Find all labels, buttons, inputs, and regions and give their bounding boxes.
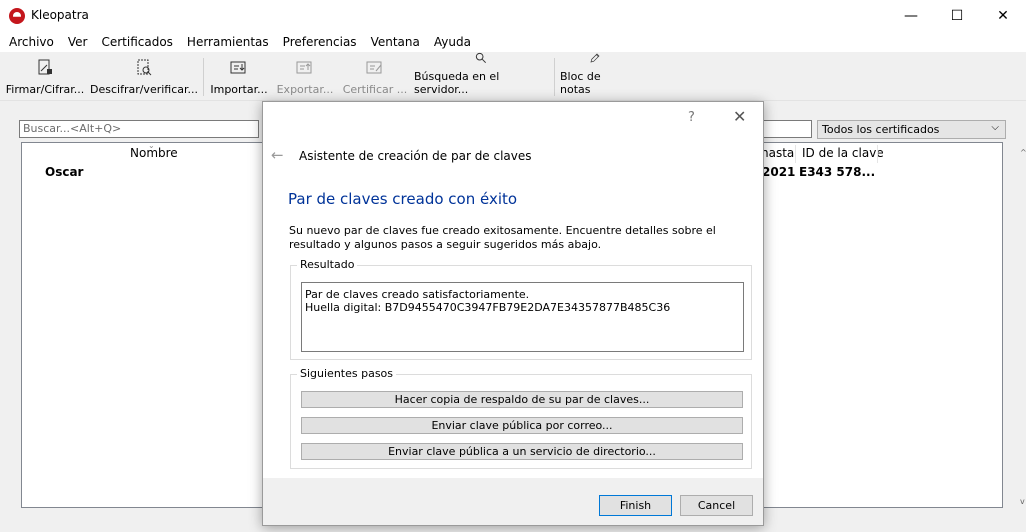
intro-text: Su nuevo par de claves fue creado exitos… xyxy=(289,224,716,251)
column-header-valid-until[interactable]: hasta xyxy=(761,143,794,163)
send-public-key-email-button[interactable]: Enviar clave pública por correo... xyxy=(301,417,743,434)
page-title: Par de claves creado con éxito xyxy=(288,190,518,208)
close-window-button[interactable]: ✕ xyxy=(980,0,1026,32)
wizard-title: Asistente de creación de par de claves xyxy=(299,149,532,163)
title-bar xyxy=(0,0,1026,32)
search-icon xyxy=(475,52,487,64)
decrypt-verify-label: Descifrar/verificar... xyxy=(90,83,199,96)
menu-ver[interactable]: Ver xyxy=(61,35,95,49)
minimize-button[interactable]: — xyxy=(888,0,934,32)
window-edge-resize-handle: ^ v xyxy=(1020,148,1026,506)
dialog-footer: Finish Cancel xyxy=(263,478,763,525)
sign-encrypt-label: Firmar/Cifrar... xyxy=(5,83,85,96)
cancel-button[interactable]: Cancel xyxy=(680,495,753,516)
result-group-label: Resultado xyxy=(297,258,358,271)
backup-keypair-button[interactable]: Hacer copia de respaldo de su par de cla… xyxy=(301,391,743,408)
toolbar-separator xyxy=(554,58,555,96)
menu-ventana[interactable]: Ventana xyxy=(364,35,427,49)
search-input-visible-part[interactable] xyxy=(760,120,812,138)
key-pair-wizard-dialog: ? ✕ ← Asistente de creación de par de cl… xyxy=(262,101,764,526)
filter-selected-value: Todos los certificados xyxy=(822,123,940,136)
menu-preferencias[interactable]: Preferencias xyxy=(276,35,364,49)
export-button[interactable]: Exportar... xyxy=(274,52,336,100)
import-button[interactable]: Importar... xyxy=(208,52,270,100)
kleopatra-logo-icon xyxy=(9,8,25,24)
menu-certificados[interactable]: Certificados xyxy=(94,35,179,49)
help-button[interactable]: ? xyxy=(688,110,695,125)
cert-row-valid-until[interactable]: 2021 xyxy=(762,165,795,179)
cert-row-key-id[interactable]: E343 578... xyxy=(799,165,875,179)
notepad-label: Bloc de notas xyxy=(560,70,601,96)
certificate-filter-select[interactable]: Todos los certificados ⌵ xyxy=(817,120,1006,139)
import-label: Importar... xyxy=(210,83,268,96)
toolbar-separator xyxy=(203,58,204,96)
column-divider xyxy=(877,145,878,163)
result-groupbox: Resultado Par de claves creado satisfact… xyxy=(290,258,752,360)
finish-button[interactable]: Finish xyxy=(599,495,672,516)
send-public-key-directory-button[interactable]: Enviar clave pública a un servicio de di… xyxy=(301,443,743,460)
certify-icon xyxy=(366,61,382,74)
decrypt-verify-icon xyxy=(137,59,152,76)
cert-row-name[interactable]: Oscar xyxy=(45,165,83,179)
chevron-down-icon: ⌵ xyxy=(991,122,999,133)
menu-archivo[interactable]: Archivo xyxy=(2,35,61,49)
pencil-icon xyxy=(590,53,600,63)
window-title: Kleopatra xyxy=(31,8,89,22)
result-line-success: Par de claves creado satisfactoriamente. xyxy=(305,288,530,301)
dialog-close-button[interactable]: ✕ xyxy=(733,107,746,126)
server-search-button[interactable]: Búsqueda en el servidor... xyxy=(414,52,548,100)
column-divider xyxy=(795,145,796,163)
search-input[interactable]: Buscar...<Alt+Q> xyxy=(19,120,259,138)
back-arrow-icon[interactable]: ← xyxy=(271,146,284,164)
next-steps-group-label: Siguientes pasos xyxy=(297,367,397,380)
sign-encrypt-button[interactable]: Firmar/Cifrar... xyxy=(5,52,85,100)
certify-label: Certificar ... xyxy=(342,83,408,96)
export-icon xyxy=(296,61,312,74)
column-header-key-id[interactable]: ID de la clave xyxy=(802,143,884,163)
menu-bar: Archivo Ver Certificados Herramientas Pr… xyxy=(0,32,1026,52)
result-line-fingerprint: Huella digital: B7D9455470C3947FB79E2DA7… xyxy=(305,301,671,314)
import-icon xyxy=(230,61,246,74)
sort-indicator-icon: ⌄ xyxy=(148,141,155,150)
server-search-label: Búsqueda en el servidor... xyxy=(414,70,500,96)
toolbar: Firmar/Cifrar... Descifrar/verificar... … xyxy=(0,52,1026,101)
notepad-button[interactable]: Bloc de notas xyxy=(560,52,630,100)
sign-encrypt-icon xyxy=(38,59,52,75)
certify-button[interactable]: Certificar ... xyxy=(342,52,408,100)
decrypt-verify-button[interactable]: Descifrar/verificar... xyxy=(90,52,198,100)
menu-ayuda[interactable]: Ayuda xyxy=(427,35,478,49)
next-steps-groupbox: Siguientes pasos Hacer copia de respaldo… xyxy=(290,367,752,469)
maximize-button[interactable]: ☐ xyxy=(934,0,980,32)
export-label: Exportar... xyxy=(276,83,334,96)
result-text-area[interactable]: Par de claves creado satisfactoriamente.… xyxy=(301,282,744,352)
menu-herramientas[interactable]: Herramientas xyxy=(180,35,276,49)
